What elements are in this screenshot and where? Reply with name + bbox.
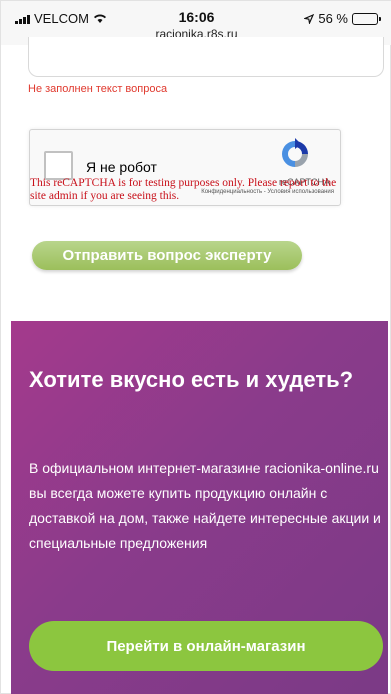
promo-section: Хотите вкусно есть и худеть? В официальн… bbox=[11, 321, 388, 694]
recaptcha-test-warning: This reCAPTCHA is for testing purposes o… bbox=[30, 177, 337, 202]
question-textarea[interactable] bbox=[28, 37, 384, 77]
recaptcha-label: Я не робот bbox=[86, 159, 157, 175]
battery-percent: 56 % bbox=[318, 11, 348, 26]
submit-question-button[interactable]: Отправить вопрос эксперту bbox=[32, 241, 302, 270]
recaptcha-checkbox[interactable] bbox=[44, 151, 73, 180]
phone-screen: VELCOM 16:06 racionika.r8s.ru 56 % Не за… bbox=[0, 0, 391, 694]
go-to-shop-button[interactable]: Перейти в онлайн-магазин bbox=[29, 621, 383, 671]
promo-title: Хотите вкусно есть и худеть? bbox=[29, 367, 354, 392]
recaptcha-widget: Я не робот reCAPTCHA Конфиденциальность … bbox=[29, 129, 341, 206]
battery-icon bbox=[352, 12, 381, 25]
battery-info: 56 % bbox=[304, 11, 381, 26]
location-arrow-icon bbox=[304, 13, 315, 24]
promo-text: В официальном интернет-магазине racionik… bbox=[29, 460, 381, 551]
error-message: Не заполнен текст вопроса bbox=[28, 83, 168, 95]
recaptcha-logo-icon bbox=[282, 138, 308, 167]
